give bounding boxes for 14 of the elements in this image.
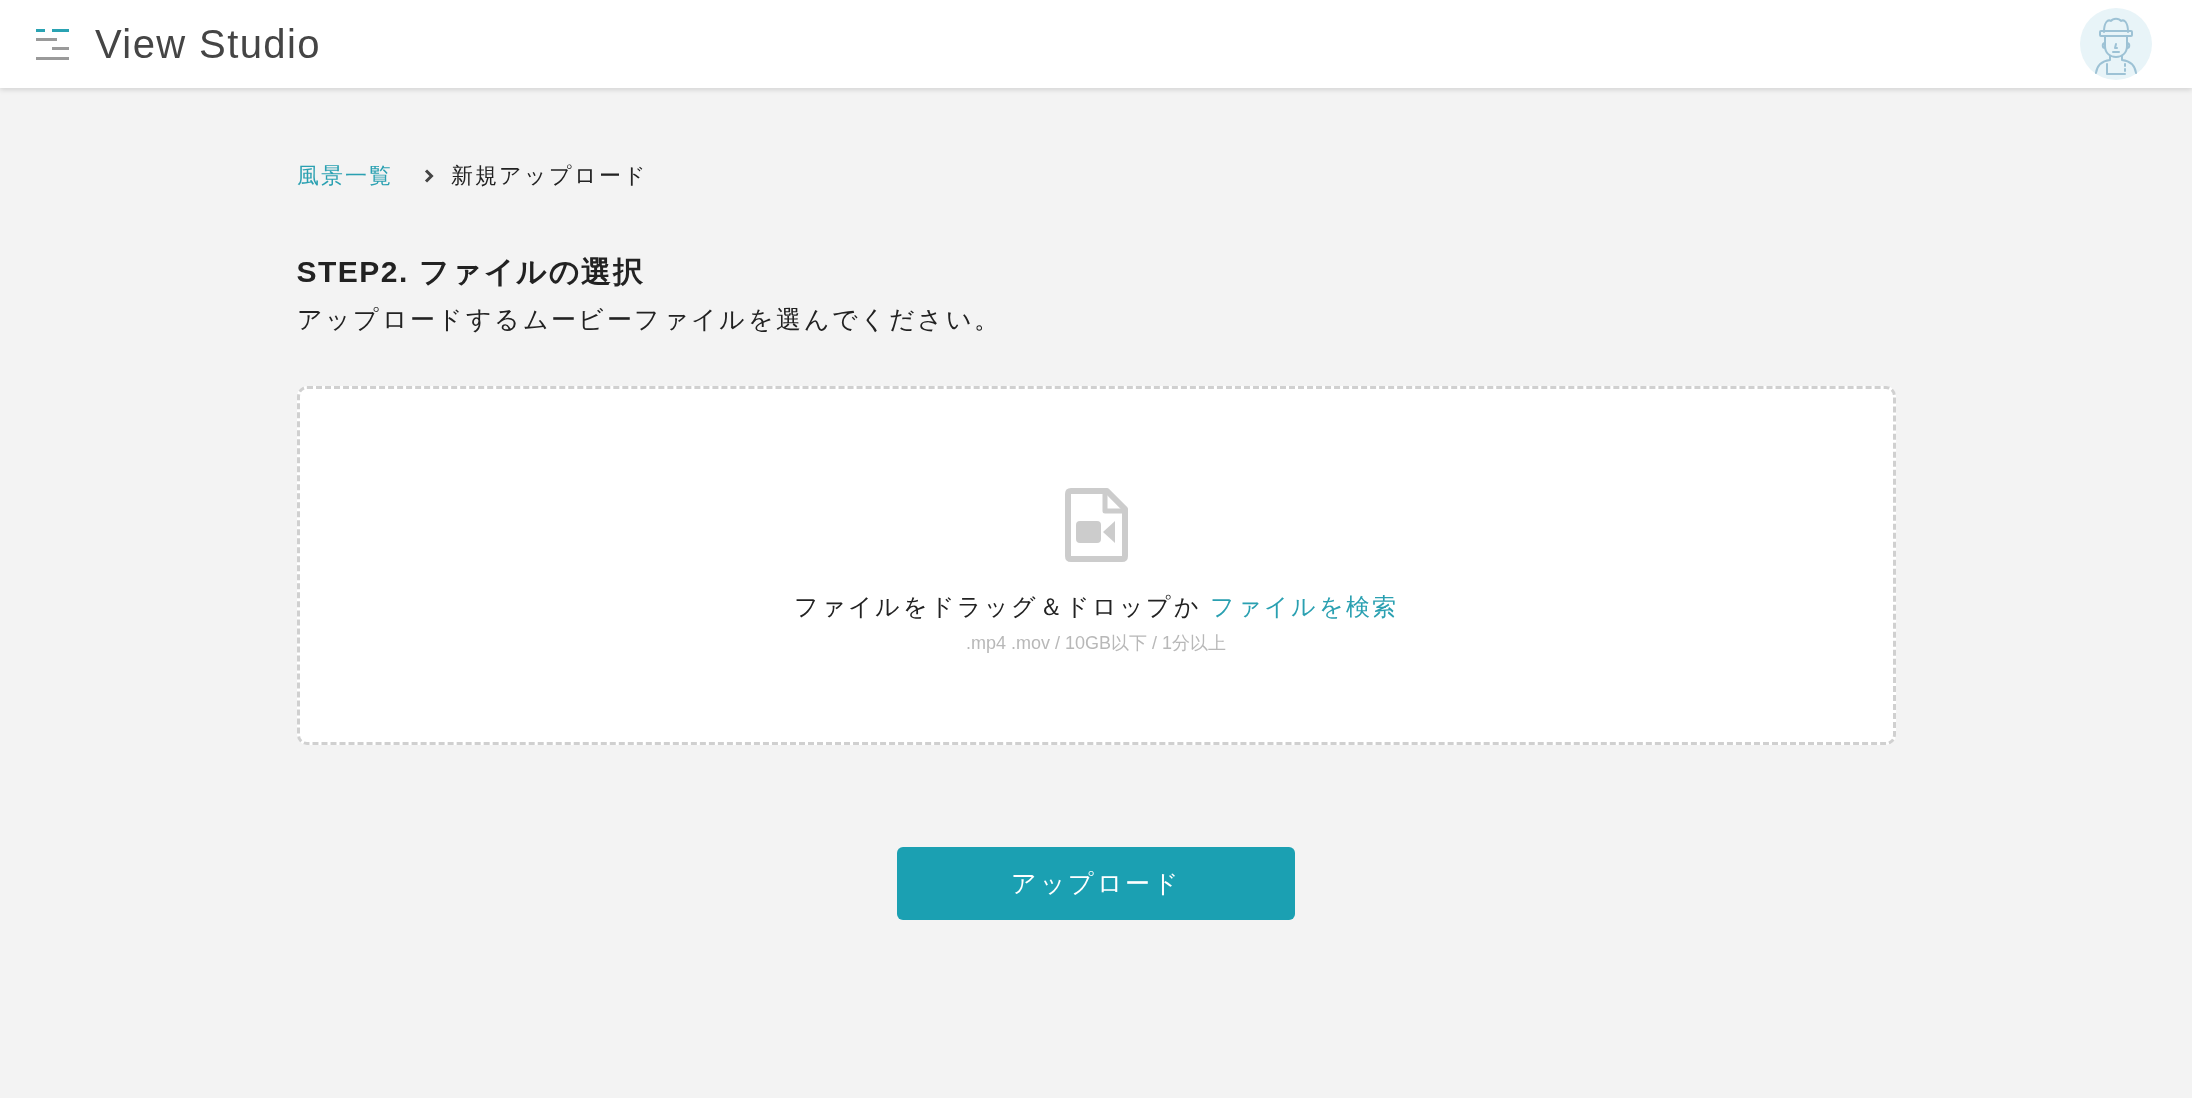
drop-instruction: ファイルをドラッグ＆ドロップか ファイルを検索	[793, 592, 1399, 622]
upload-button[interactable]: アップロード	[897, 847, 1295, 920]
file-search-link[interactable]: ファイルを検索	[1209, 593, 1399, 620]
file-drop-zone[interactable]: ファイルをドラッグ＆ドロップか ファイルを検索 .mp4 .mov / 10GB以下 / 1分以上	[296, 386, 1896, 745]
step-title: STEP2. ファイルの選択	[296, 254, 646, 290]
breadcrumb-current: 新規アップロード	[450, 162, 648, 190]
avatar-icon[interactable]	[2080, 8, 2152, 80]
app-title: View Studio	[95, 24, 321, 64]
file-requirements: .mp4 .mov / 10GB以下 / 1分以上	[965, 632, 1227, 655]
breadcrumb-link[interactable]: 風景一覧	[296, 160, 393, 192]
step-description: アップロードするムービーファイルを選んでください。	[296, 304, 1003, 335]
chevron-right-icon	[423, 169, 434, 183]
video-file-icon	[1064, 488, 1128, 562]
menu-icon[interactable]	[36, 28, 69, 60]
